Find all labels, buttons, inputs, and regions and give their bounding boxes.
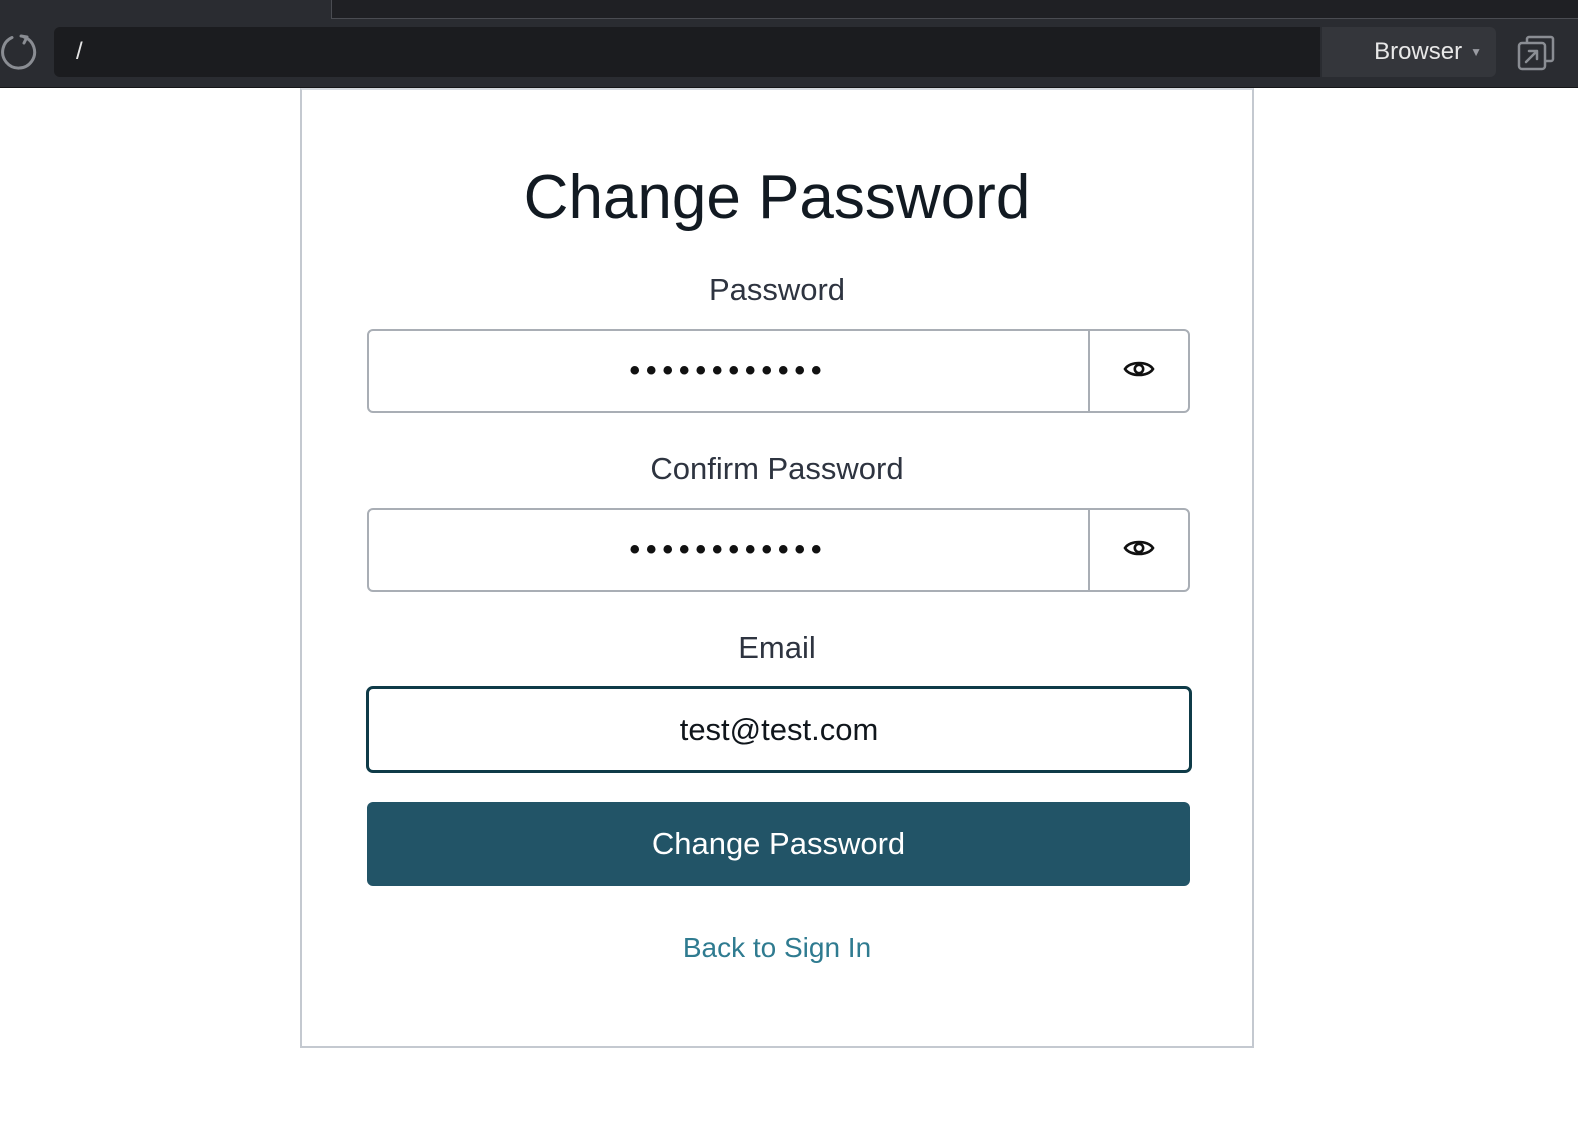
page-title: Change Password	[523, 163, 1031, 232]
tab-strip-right	[331, 0, 1578, 19]
password-input[interactable]: ••••••••••••	[369, 331, 1090, 411]
password-visibility-toggle[interactable]	[1090, 331, 1188, 411]
eye-icon	[1123, 358, 1155, 385]
confirm-password-field-group: ••••••••••••	[367, 508, 1190, 592]
email-value: test@test.com	[679, 711, 879, 747]
address-text: /	[76, 38, 83, 65]
address-bar[interactable]: /	[54, 27, 1320, 77]
reload-icon	[0, 32, 38, 77]
reload-button[interactable]	[0, 34, 38, 74]
tab-strip-left	[0, 0, 331, 19]
browser-select-label: Browser	[1374, 38, 1463, 65]
chevron-down-icon: ▼	[1470, 45, 1482, 59]
popout-icon	[1517, 35, 1555, 76]
confirm-password-visibility-toggle[interactable]	[1090, 510, 1188, 590]
change-password-button-label: Change Password	[651, 826, 906, 861]
browser-toolbar: / Browser ▼	[0, 0, 1578, 88]
confirm-password-input[interactable]: ••••••••••••	[369, 510, 1090, 590]
confirm-password-label: Confirm Password	[650, 451, 904, 486]
change-password-button[interactable]: Change Password	[367, 802, 1190, 886]
password-field-group: ••••••••••••	[367, 329, 1190, 413]
email-input[interactable]: test@test.com	[366, 686, 1192, 773]
back-to-sign-in-link[interactable]: Back to Sign In	[302, 932, 1252, 964]
email-label: Email	[738, 630, 816, 665]
eye-icon	[1123, 537, 1155, 564]
title-wrapper: Change Password	[302, 162, 1252, 234]
password-label: Password	[708, 272, 846, 307]
popout-button[interactable]	[1516, 35, 1556, 76]
browser-select[interactable]: Browser ▼	[1322, 27, 1496, 77]
change-password-card: Change Password Password •••••••••••• Co…	[300, 88, 1254, 1048]
